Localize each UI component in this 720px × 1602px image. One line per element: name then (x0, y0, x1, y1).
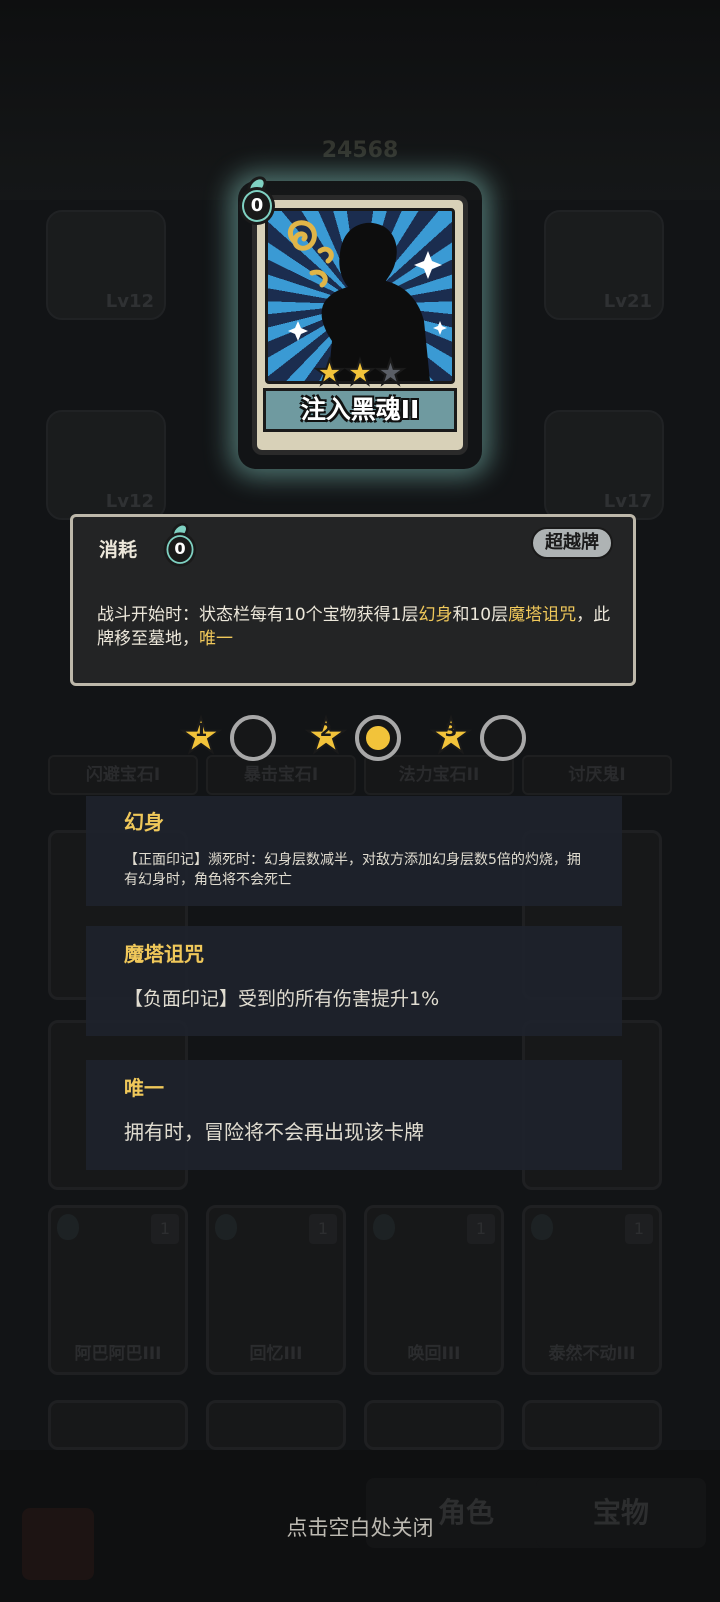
keyword-link[interactable]: 唯一 (199, 629, 233, 649)
flame-icon (215, 1214, 237, 1240)
card-description-panel: 消耗 0 超越牌 战斗开始时：状态栏每有10个宝物获得1层幻身和10层魔塔诅咒，… (70, 514, 636, 686)
keyword-title: 唯一 (124, 1076, 164, 1100)
background-card: 1 阿巴阿巴III (48, 1205, 188, 1375)
keyword-entry-phantom: 幻身 【正面印记】濒死时：幻身层数减半，对敌方添加幻身层数5倍的灼烧，拥有幻身时… (86, 796, 622, 906)
flame-icon (373, 1214, 395, 1240)
featured-card: ★★★ 注入黑魂II 0 (239, 172, 468, 455)
background-card-label: 闪避宝石I (48, 755, 198, 795)
cost-label: 消耗 (99, 539, 138, 561)
keyword-description: 【正面印记】濒死时：幻身层数减半，对敌方添加幻身层数5倍的灼烧，拥有幻身时，角色… (124, 852, 581, 888)
star-icon: ★ (344, 353, 377, 393)
background-relic: Lv12 (46, 210, 166, 320)
background-card-label: 讨厌鬼I (522, 755, 672, 795)
flame-icon: 0 (161, 519, 199, 569)
background-card (206, 1400, 346, 1450)
background-card (522, 1400, 662, 1450)
background-relic: Lv21 (544, 210, 664, 320)
background-card (48, 1400, 188, 1450)
transcend-card-button[interactable]: 超越牌 (531, 527, 613, 559)
keyword-description: 【负面印记】受到的所有伤害提升1% (124, 988, 440, 1010)
background-card: 1 唤回III (364, 1205, 504, 1375)
background-card: 1 泰然不动III (522, 1205, 662, 1375)
background-relic: Lv12 (46, 410, 166, 520)
star-icon: ★ (374, 353, 407, 393)
close-hint[interactable]: 点击空白处关闭 (0, 1512, 720, 1542)
background-currency: 24568 (321, 138, 399, 163)
background-card: 1 回忆III (206, 1205, 346, 1375)
level-radio[interactable] (355, 715, 401, 761)
flame-icon (57, 1214, 79, 1240)
level-radio[interactable] (230, 715, 276, 761)
keyword-entry-unique: 唯一 拥有时，冒险将不会再出现该卡牌 (86, 1060, 622, 1170)
keyword-entry-tower-curse: 魔塔诅咒 【负面印记】受到的所有伤害提升1% (86, 926, 622, 1036)
card-effect-text: 战斗开始时：状态栏每有10个宝物获得1层幻身和10层魔塔诅咒，此牌移至墓地，唯一 (97, 605, 611, 649)
keyword-title: 幻身 (124, 810, 164, 834)
level-radio[interactable] (480, 715, 526, 761)
flame-icon (531, 1214, 553, 1240)
background-card (364, 1400, 504, 1450)
card-star-rating: ★★★ (257, 353, 463, 393)
keyword-link[interactable]: 魔塔诅咒 (508, 605, 576, 625)
keyword-description: 拥有时，冒险将不会再出现该卡牌 (124, 1120, 424, 1144)
background-header (0, 0, 720, 200)
keyword-title: 魔塔诅咒 (124, 942, 204, 966)
flame-icon: 0 (236, 172, 278, 227)
background-relic: Lv17 (544, 410, 664, 520)
keyword-link[interactable]: 幻身 (418, 605, 452, 625)
card-name: 注入黑魂II (263, 388, 457, 432)
card-cost-badge: 0 (236, 172, 278, 227)
star-icon: ★ (313, 353, 346, 393)
